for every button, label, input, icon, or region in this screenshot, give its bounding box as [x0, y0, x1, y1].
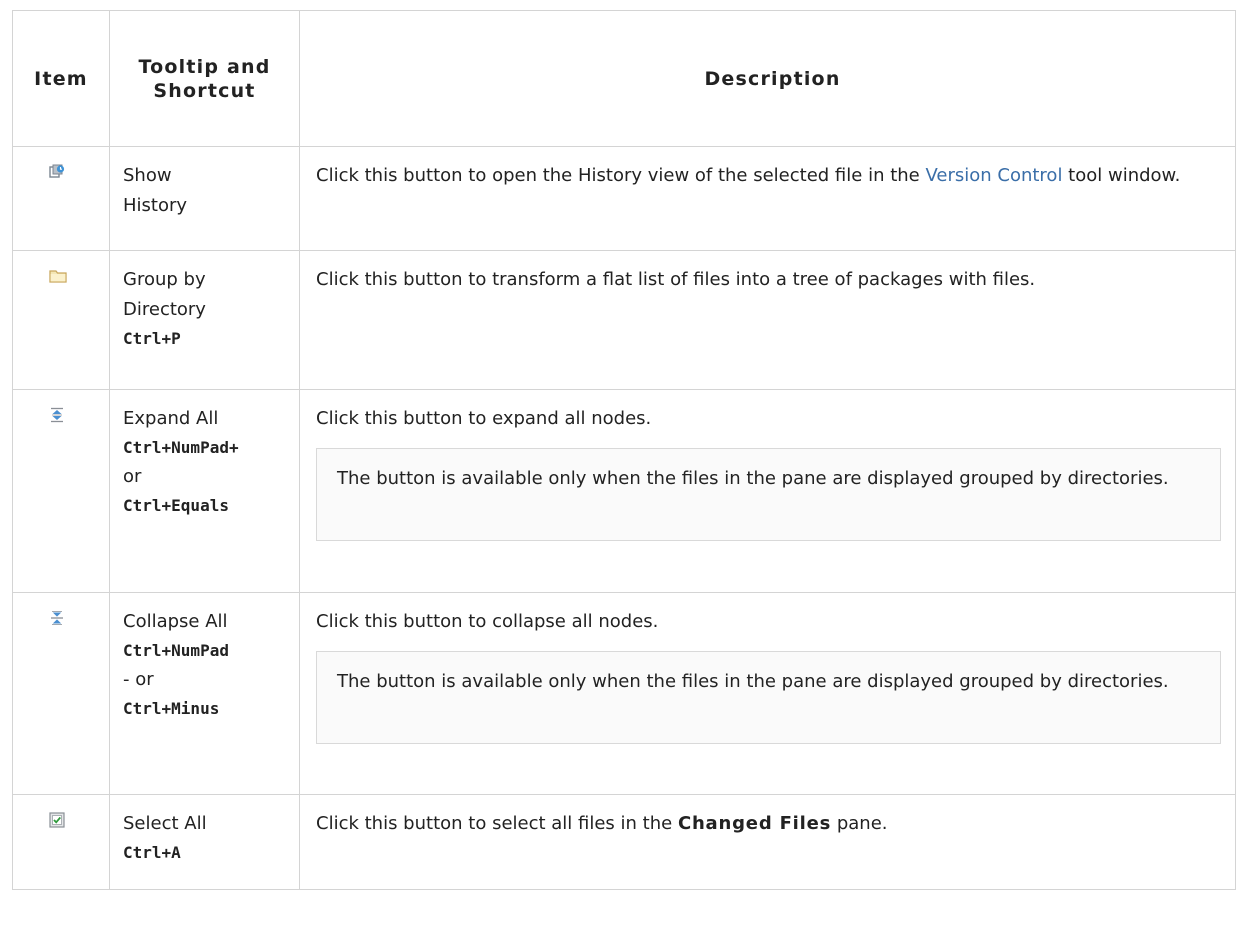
expand-all-icon: [49, 407, 65, 423]
tooltip-text: Group by: [123, 269, 206, 290]
shortcut-label: Ctrl+A: [123, 843, 181, 862]
item-cell: [12, 389, 110, 593]
tooltip-text: Collapse All: [123, 611, 228, 632]
shortcut-separator: - or: [123, 669, 154, 690]
shortcut-label: Ctrl+Minus: [123, 699, 220, 718]
item-cell: [12, 250, 110, 390]
folder-icon: [49, 268, 67, 284]
tooltip-cell: Expand All Ctrl+NumPad+ or Ctrl+Equals: [109, 389, 300, 593]
shortcut-label: Ctrl+Equals: [123, 496, 229, 515]
show-history-icon: [49, 164, 65, 180]
description-text: Click this button to open the History vi…: [316, 165, 926, 186]
tooltip-text: Show: [123, 165, 172, 186]
tooltip-text: History: [123, 195, 188, 216]
tooltip-cell: Select All Ctrl+A: [109, 794, 300, 890]
item-cell: [12, 794, 110, 890]
toolbar-reference-table: Item Tooltip and Shortcut Description Sh…: [12, 10, 1236, 890]
tooltip-cell: Collapse All Ctrl+NumPad - or Ctrl+Minus: [109, 592, 300, 795]
tooltip-text: Directory: [123, 299, 206, 320]
shortcut-separator: or: [123, 466, 142, 487]
description-text: Click this button to transform a flat li…: [316, 269, 1036, 290]
note-text: The button is available only when the fi…: [337, 671, 1169, 692]
description-cell: Click this button to transform a flat li…: [299, 250, 1236, 390]
shortcut-label: Ctrl+NumPad: [123, 641, 229, 660]
table-row: Collapse All Ctrl+NumPad - or Ctrl+Minus…: [12, 592, 1236, 795]
table-header-row: Item Tooltip and Shortcut Description: [12, 10, 1236, 147]
shortcut-label: Ctrl+NumPad+: [123, 438, 239, 457]
changed-files-label: Changed Files: [677, 813, 832, 834]
header-description: Description: [299, 10, 1236, 147]
note-box: The button is available only when the fi…: [316, 448, 1221, 541]
version-control-link[interactable]: Version Control: [925, 165, 1062, 186]
select-all-icon: [49, 812, 65, 828]
description-cell: Click this button to select all files in…: [299, 794, 1236, 890]
item-cell: [12, 592, 110, 795]
description-text: tool window.: [1062, 165, 1181, 186]
table-row: Group by Directory Ctrl+P Click this but…: [12, 250, 1236, 390]
description-cell: Click this button to expand all nodes. T…: [299, 389, 1236, 593]
tooltip-text: Expand All: [123, 408, 219, 429]
description-text: pane.: [831, 813, 888, 834]
description-text: Click this button to select all files in…: [316, 813, 678, 834]
header-tooltip-and-shortcut: Tooltip and Shortcut: [109, 10, 300, 147]
description-cell: Click this button to collapse all nodes.…: [299, 592, 1236, 795]
tooltip-cell: Group by Directory Ctrl+P: [109, 250, 300, 390]
note-text: The button is available only when the fi…: [337, 468, 1169, 489]
table-row: Show History Click this button to open t…: [12, 146, 1236, 251]
shortcut-label: Ctrl+P: [123, 329, 181, 348]
collapse-all-icon: [49, 610, 65, 626]
header-item: Item: [12, 10, 110, 147]
description-text: Click this button to collapse all nodes.: [316, 611, 659, 632]
table-row: Select All Ctrl+A Click this button to s…: [12, 794, 1236, 890]
item-cell: [12, 146, 110, 251]
table-row: Expand All Ctrl+NumPad+ or Ctrl+Equals C…: [12, 389, 1236, 593]
description-text: Click this button to expand all nodes.: [316, 408, 652, 429]
description-cell: Click this button to open the History vi…: [299, 146, 1236, 251]
tooltip-text: Select All: [123, 813, 207, 834]
note-box: The button is available only when the fi…: [316, 651, 1221, 744]
tooltip-cell: Show History: [109, 146, 300, 251]
